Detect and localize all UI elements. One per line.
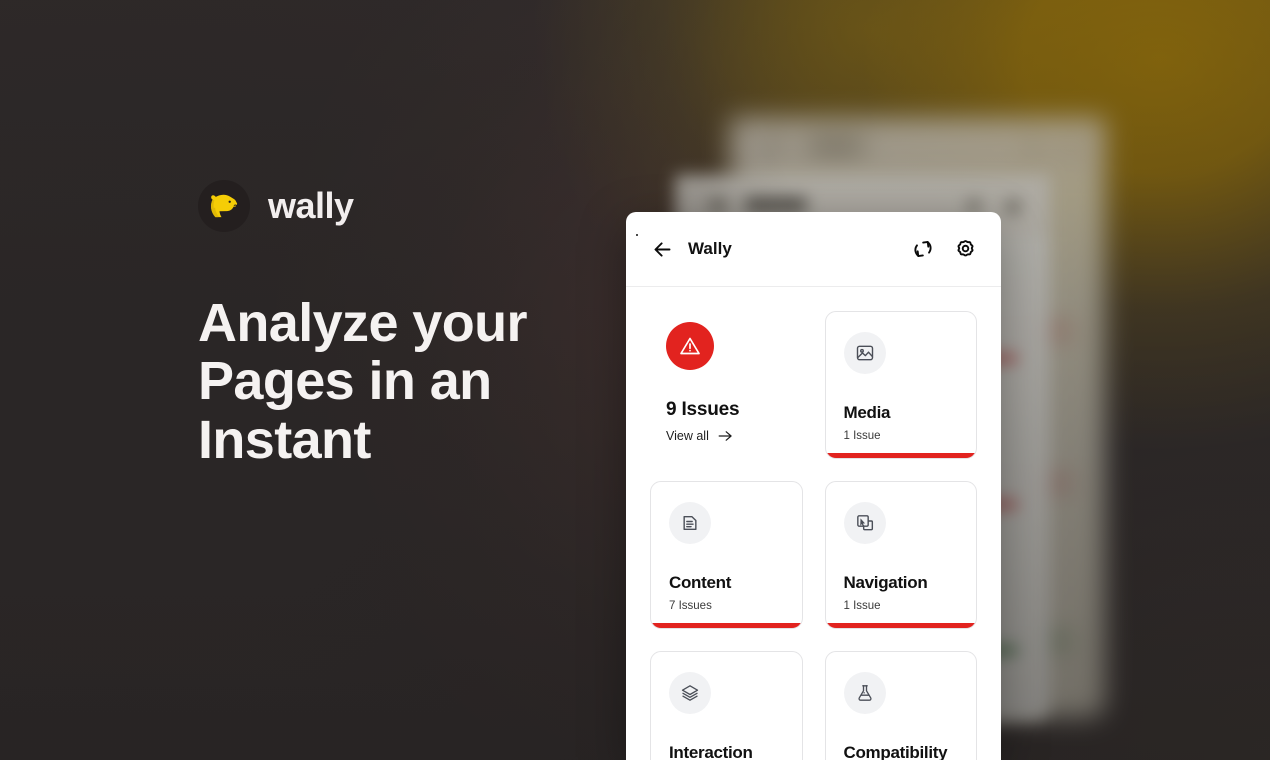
page-root: wally Analyze your Pages in an Instant W… [0,0,1270,760]
view-all-link[interactable]: View all [666,429,801,443]
refresh-button[interactable] [910,236,936,262]
warning-triangle-icon [680,337,700,355]
category-card-navigation[interactable]: Navigation 1 Issue [824,481,977,629]
category-grid: 9 Issues View all Media 1 Issue Content … [650,311,977,760]
category-card-compatibility[interactable]: Compatibility 0 Issue [824,651,977,760]
panel-header-actions [910,236,978,262]
card-issue-count: 1 Issue [843,600,881,612]
layers-icon [669,672,711,714]
hero-section: wally Analyze your Pages in an Instant [198,180,628,469]
brand-lockup: wally [198,180,628,232]
settings-button[interactable] [952,236,978,262]
card-title: Navigation [843,573,928,592]
issues-summary: 9 Issues View all [650,311,803,459]
arrow-right-icon [718,431,732,441]
card-title: Compatibility [843,743,948,760]
arrow-left-icon [654,241,670,257]
card-issue-count: 1 Issue [843,430,881,442]
wally-app-panel: Wally 9 Issues View all Media 1 Issue Co… [626,212,1001,760]
page-title: Analyze your Pages in an Instant [198,293,528,470]
category-card-media[interactable]: Media 1 Issue [824,311,977,459]
view-all-label: View all [666,429,709,443]
category-card-content[interactable]: Content 7 Issues [650,481,803,629]
gear-icon [957,239,973,256]
card-title: Media [843,403,891,422]
panel-body: 9 Issues View all Media 1 Issue Content … [626,287,1001,760]
card-title: Interaction [669,743,753,760]
status-badge [666,322,714,370]
refresh-icon [914,240,932,258]
image-icon [843,332,886,374]
panel-header: Wally [626,212,1001,287]
card-issue-count: 7 Issues [669,600,712,612]
flask-icon [843,672,886,714]
panel-title: Wally [688,239,732,258]
dog-head-icon [198,180,250,232]
back-button[interactable] [650,237,674,261]
cursor-click-icon [843,502,886,544]
card-title: Content [669,573,732,592]
document-text-icon [669,502,711,544]
category-card-interaction[interactable]: Interaction 0 Issue [650,651,803,760]
brand-name: wally [268,185,354,226]
issues-count: 9 Issues [666,399,740,420]
